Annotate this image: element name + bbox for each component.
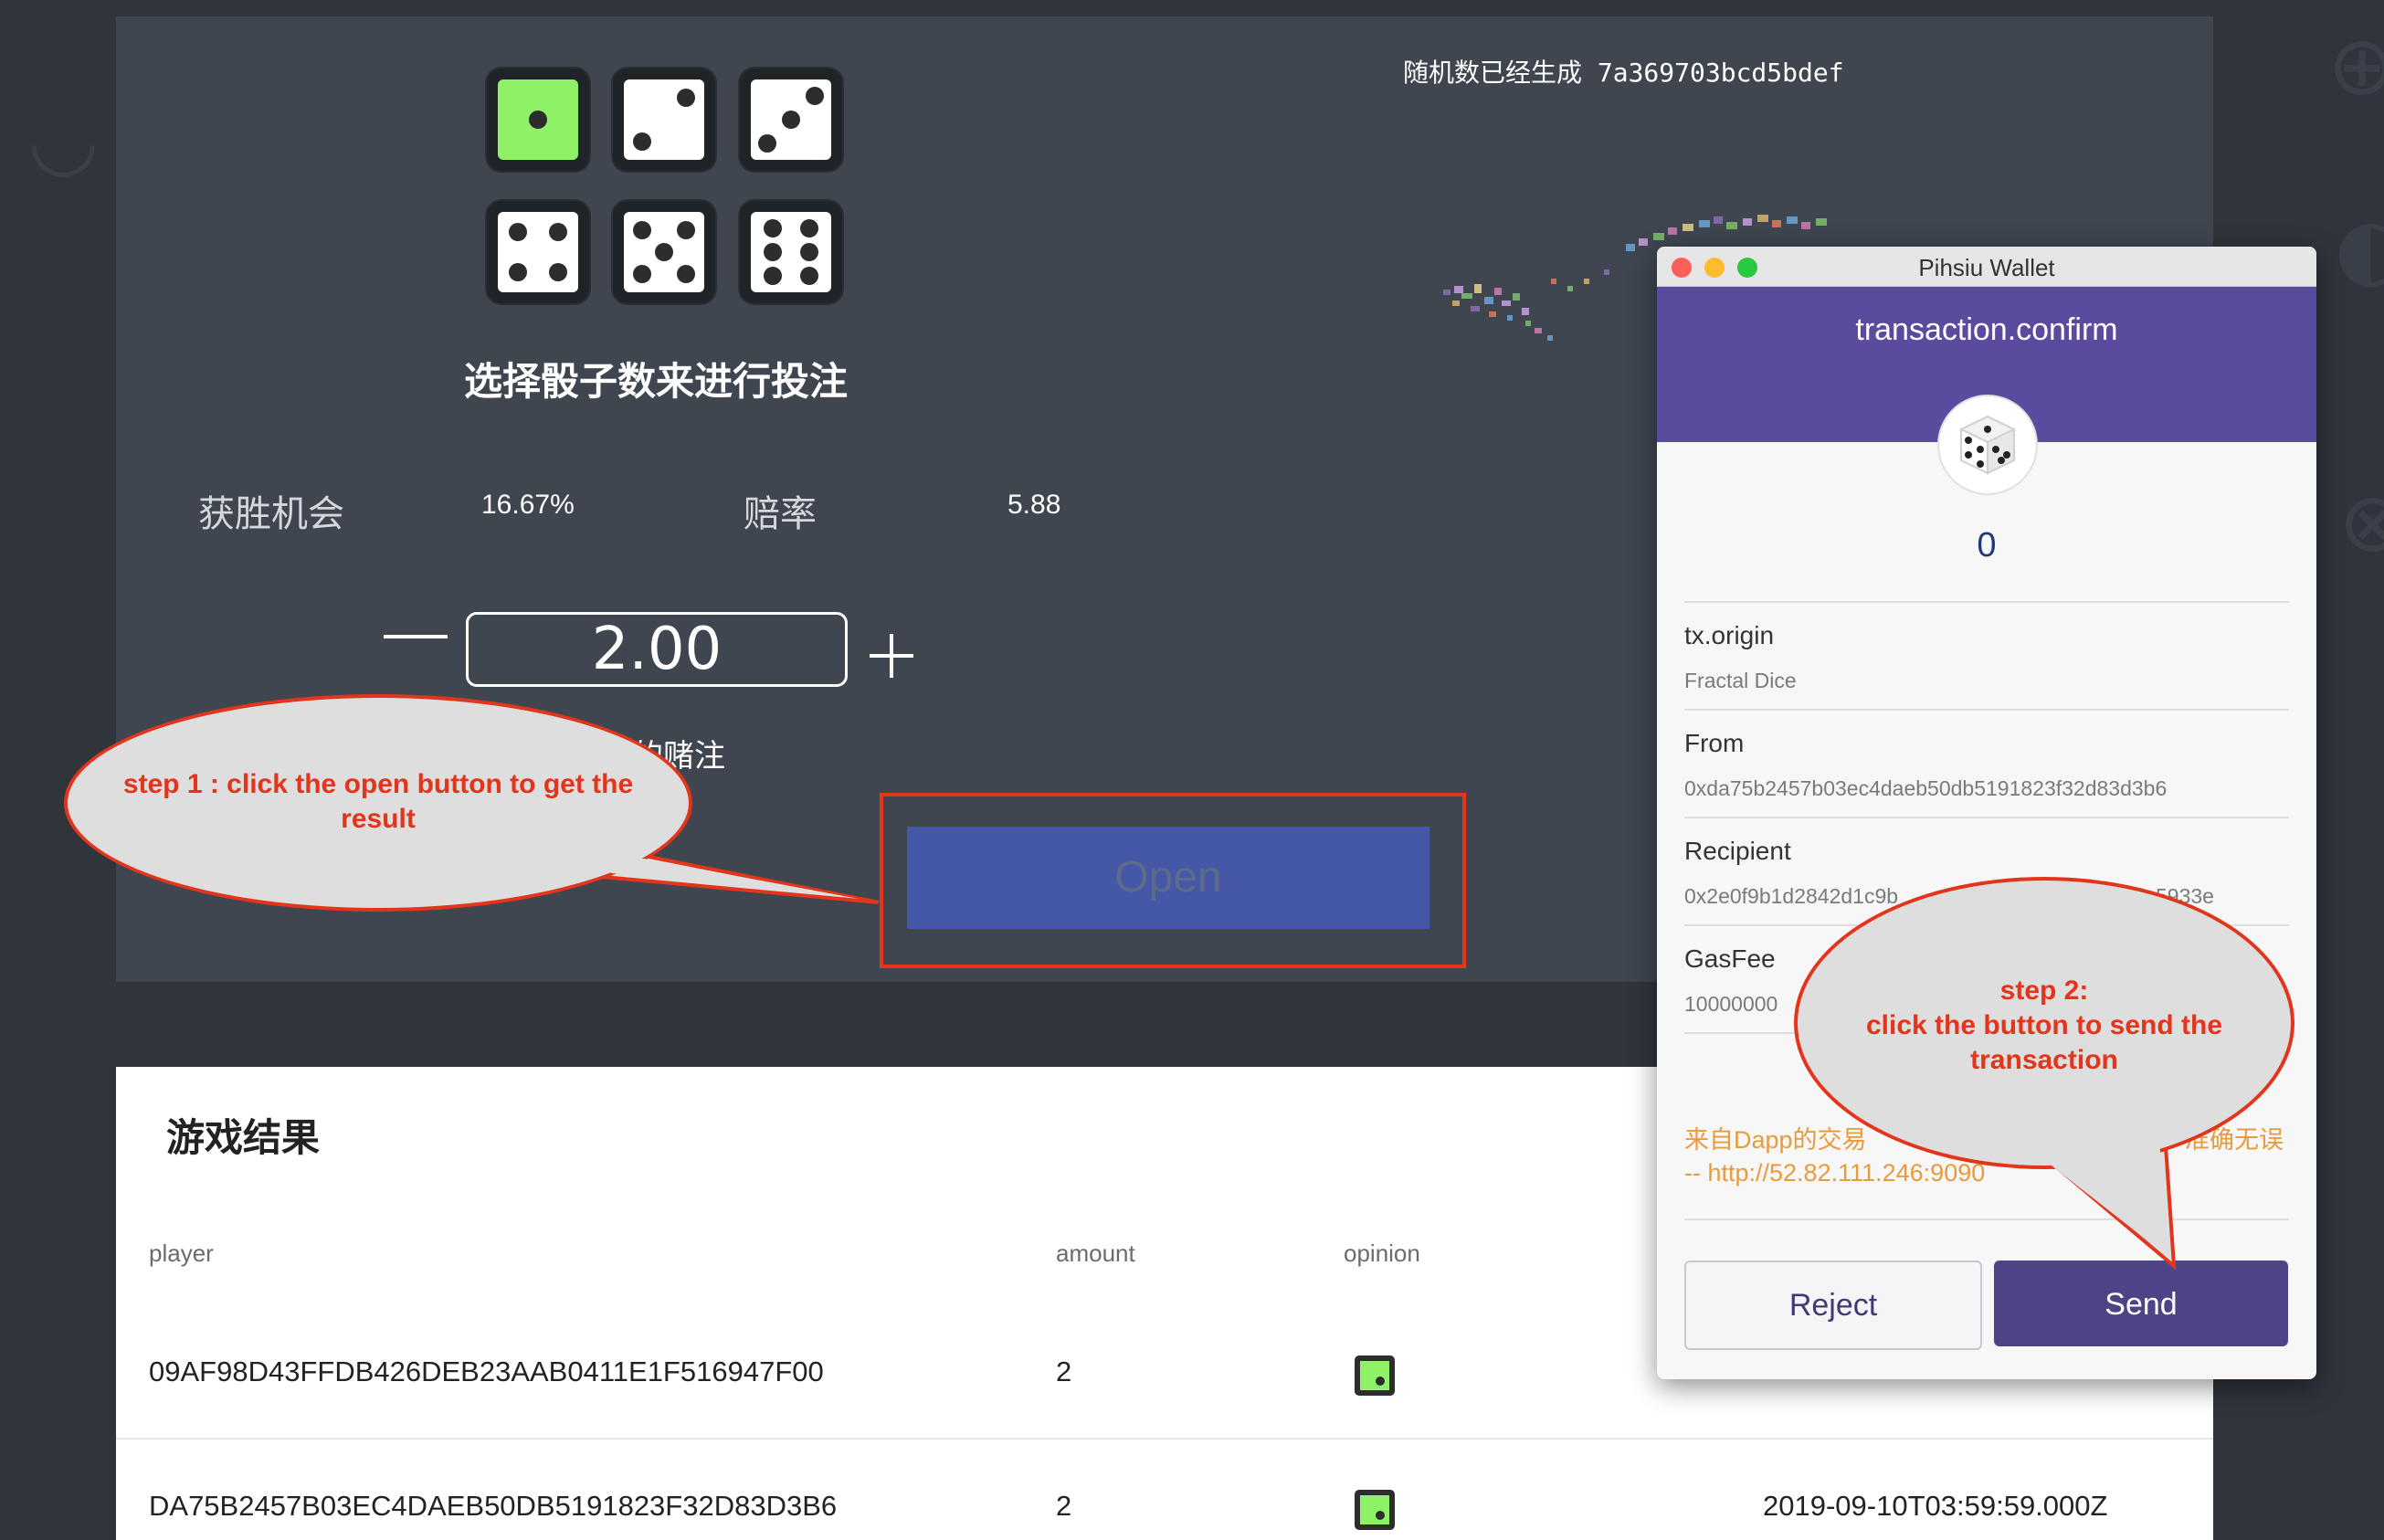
divider bbox=[1684, 601, 2289, 603]
dice-logo-icon bbox=[1937, 395, 2038, 495]
transaction-amount: 0 bbox=[1977, 526, 1997, 564]
reject-button[interactable]: Reject bbox=[1684, 1260, 1982, 1350]
bet-amount-input[interactable]: 2.00 bbox=[466, 612, 848, 687]
recipient-address: 0x2e0f9b1d2842d1c9b bbox=[1684, 884, 1899, 908]
odds-value: 5.88 bbox=[1007, 490, 1061, 520]
send-button[interactable]: Send bbox=[1994, 1260, 2288, 1346]
from-label: From bbox=[1684, 729, 1745, 757]
die-option-5[interactable] bbox=[613, 201, 715, 303]
gas-fee-value: 10000000 bbox=[1684, 992, 1778, 1016]
background-glyph: ⊕ bbox=[2327, 18, 2384, 114]
callout2-pointer-fill bbox=[2010, 1133, 2170, 1259]
step1-callout-text: step 1 : click the open button to get th… bbox=[122, 769, 634, 834]
die-option-6[interactable] bbox=[740, 201, 842, 303]
decrease-bet-button[interactable] bbox=[384, 635, 448, 638]
divider bbox=[1684, 709, 2289, 711]
die-face bbox=[624, 79, 704, 160]
win-chance-label: 获胜机会 bbox=[198, 493, 344, 535]
row-2-amount: 2 bbox=[1056, 1490, 1072, 1522]
choose-dice-title: 选择骰子数来进行投注 bbox=[463, 359, 848, 404]
column-header-amount: amount bbox=[1056, 1239, 1135, 1267]
open-button[interactable]: Open bbox=[907, 827, 1429, 929]
odds-label: 赔率 bbox=[744, 493, 817, 535]
row-2-time: 2019-09-10T03:59:59.000Z bbox=[1763, 1490, 2108, 1522]
divider bbox=[1684, 817, 2289, 818]
random-number-status: 随机数已经生成 7a369703bcd5bdef bbox=[1403, 58, 1844, 88]
die-option-2[interactable] bbox=[613, 69, 715, 171]
row-1-amount: 2 bbox=[1056, 1355, 1072, 1387]
die-option-1[interactable] bbox=[487, 69, 589, 171]
tx-origin-value: Fractal Dice bbox=[1684, 669, 1797, 692]
dapp-warning-start: 来自Dapp的交易 bbox=[1684, 1126, 1867, 1154]
background-glyph: ◐ bbox=[2335, 201, 2384, 297]
die-face bbox=[751, 212, 831, 292]
step2-callout-line1: step 2: bbox=[1999, 976, 2089, 1006]
row-1-player: 09AF98D43FFDB426DEB23AAB0411E1F516947F00 bbox=[149, 1355, 824, 1387]
row-divider bbox=[116, 1438, 2213, 1440]
gas-fee-label: GasFee bbox=[1684, 944, 1776, 973]
die-option-4[interactable] bbox=[487, 201, 589, 303]
row-1-opinion-die-icon bbox=[1355, 1355, 1395, 1396]
column-header-opinion: opinion bbox=[1344, 1239, 1420, 1267]
row-2-player: DA75B2457B03EC4DAEB50DB5191823F32D83D3B6 bbox=[149, 1490, 838, 1522]
row-2-opinion-die-icon bbox=[1355, 1490, 1395, 1530]
from-address: 0xda75b2457b03ec4daeb50db5191823f32d83d3… bbox=[1684, 776, 2168, 800]
wallet-window-title: Pihsiu Wallet bbox=[1918, 254, 2055, 281]
step2-callout-line2: click the button to send the transaction bbox=[1865, 1010, 2222, 1075]
tx-origin-label: tx.origin bbox=[1684, 621, 1775, 649]
die-face bbox=[498, 212, 578, 292]
background-glyph: ⊗ bbox=[2338, 475, 2384, 571]
background-glyph: ◡ bbox=[27, 91, 100, 187]
results-title: 游戏结果 bbox=[166, 1115, 321, 1160]
column-header-player: player bbox=[149, 1239, 214, 1267]
wallet-header-title: transaction.confirm bbox=[1855, 312, 2118, 347]
wallet-titlebar[interactable]: Pihsiu Wallet bbox=[1657, 247, 2316, 287]
wallet-window: Pihsiu Wallet transaction.confirm 0 tx.o… bbox=[1657, 247, 2316, 1379]
increase-bet-button[interactable] bbox=[870, 634, 913, 678]
recipient-label: Recipient bbox=[1684, 837, 1791, 865]
step2-callout-text: step 2: click the button to send the tra… bbox=[1821, 974, 2267, 1078]
die-option-3[interactable] bbox=[740, 69, 842, 171]
die-face bbox=[751, 79, 831, 160]
die-face bbox=[624, 212, 704, 292]
win-chance-value: 16.67% bbox=[481, 490, 575, 520]
dapp-warning-url: -- http://52.82.111.246:9090 bbox=[1684, 1159, 1986, 1187]
die-face bbox=[498, 79, 578, 160]
